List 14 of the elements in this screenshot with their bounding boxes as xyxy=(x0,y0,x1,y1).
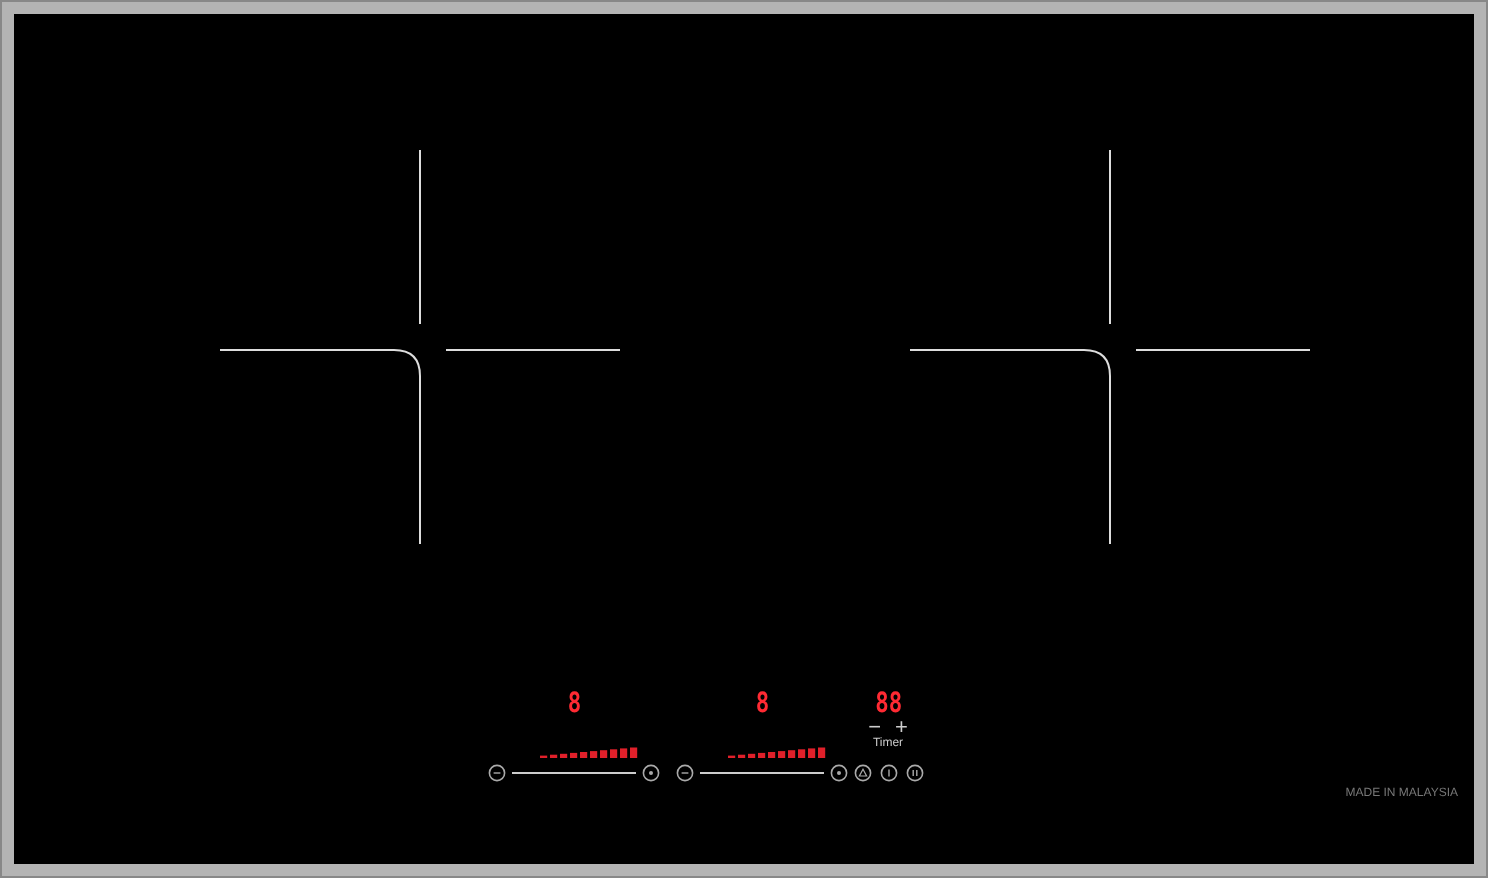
timer-plus-button[interactable]: + xyxy=(895,720,908,738)
pause-key-icon[interactable] xyxy=(905,764,923,782)
round-key-icon[interactable] xyxy=(879,764,897,782)
power-display: 8 xyxy=(755,690,769,718)
round-key-icon[interactable] xyxy=(830,764,848,782)
round-key-icon[interactable] xyxy=(676,764,694,782)
round-key-icon[interactable] xyxy=(642,764,660,782)
power-display: 8 xyxy=(567,690,581,718)
power-scale-drawing xyxy=(728,746,828,758)
timer-display: 88 xyxy=(874,690,902,718)
power-scale-drawing xyxy=(540,746,640,758)
round-key-icon[interactable] xyxy=(488,764,506,782)
timer-minus-button[interactable]: − xyxy=(868,720,881,738)
triangle-key-icon[interactable] xyxy=(853,764,871,782)
